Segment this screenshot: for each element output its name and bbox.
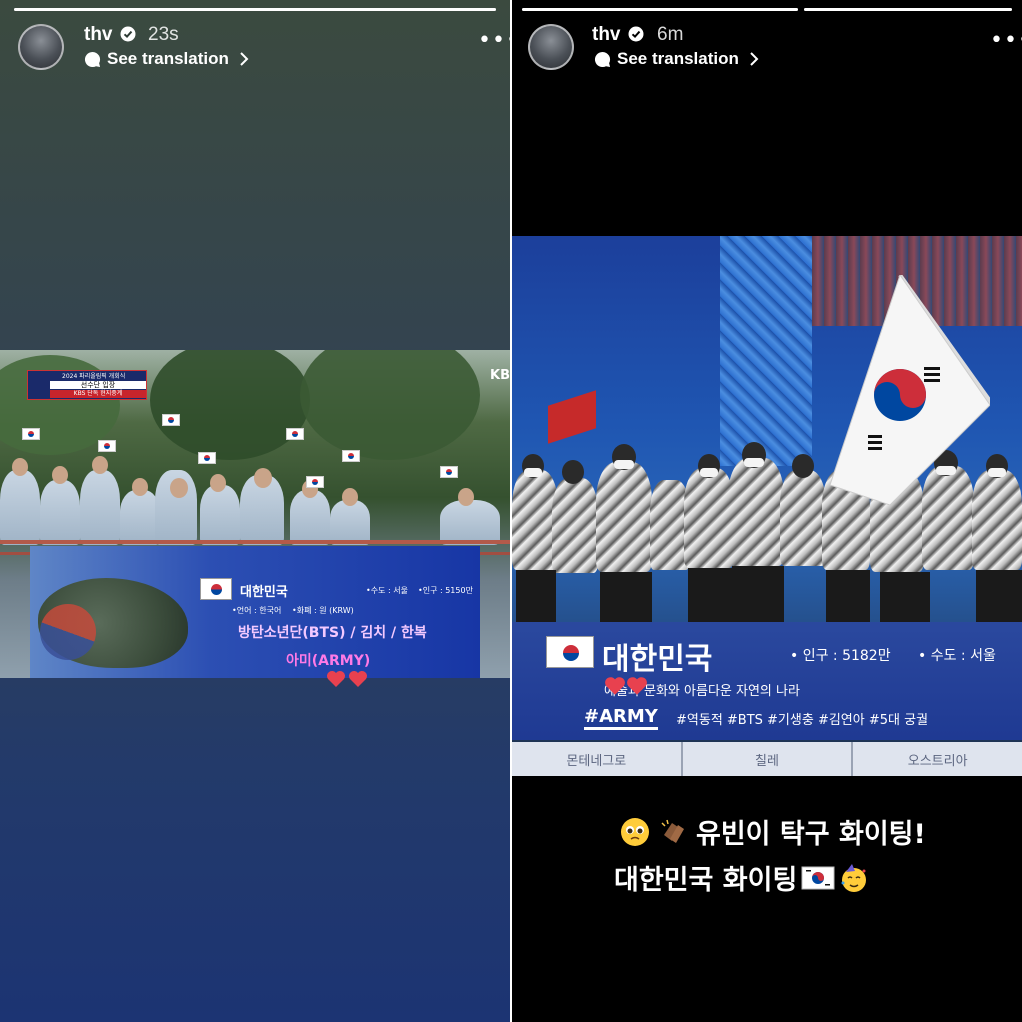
caption-text-line2: 대한민국 화이팅 <box>614 865 798 896</box>
army-tag: #ARMY <box>584 706 658 730</box>
next-countries-bar: 몬테네그로 칠레 오스트리아 <box>512 742 1022 776</box>
hearts-sticker <box>326 670 368 688</box>
currency-text: •화폐 : 원 (KRW) <box>292 606 354 615</box>
avatar[interactable] <box>18 24 64 70</box>
population-text: • 인구 : 5182만 <box>790 648 891 664</box>
caption-text-line1: 유빈이 탁구 화이팅! <box>696 819 926 850</box>
avatar[interactable] <box>528 24 574 70</box>
heart-icon <box>349 671 367 687</box>
capital-text: • 수도 : 서울 <box>918 648 996 664</box>
time-ago: 6m <box>657 24 684 45</box>
korea-flag-icon <box>546 636 594 668</box>
hearts-sticker <box>604 676 648 696</box>
banner-line3: KBS 단독 현지중계 <box>50 390 146 398</box>
korea-flag-emoji-icon <box>801 866 835 889</box>
party-face-icon <box>841 863 867 892</box>
more-options-icon[interactable]: ••• <box>990 30 1022 52</box>
banner-line2: 선수단 입장 <box>50 381 146 389</box>
keywords-line1: 방탄소년단(BTS) / 김치 / 한복 <box>238 625 427 641</box>
country-name: 대한민국 <box>602 642 713 677</box>
speech-bubble-icon <box>594 51 611 67</box>
korea-flag-icon <box>200 578 232 600</box>
username[interactable]: thv <box>84 24 113 46</box>
chevron-right-icon <box>750 52 759 66</box>
channel-logo: KB <box>490 368 510 383</box>
capital-text: •수도 : 서울 <box>366 586 408 595</box>
next-country-item: 오스트리아 <box>907 753 968 769</box>
see-translation-button[interactable]: See translation <box>594 49 759 69</box>
speech-bubble-icon <box>84 51 101 67</box>
broadcast-banner: 2024 파리올림픽 개회식 선수단 입장 KBS 단독 현지중계 <box>27 370 147 400</box>
heart-icon <box>627 677 647 695</box>
boat-railing <box>0 540 510 544</box>
clapping-hands-icon <box>661 819 684 843</box>
story-caption-line1: 유빈이 탁구 화이팅! <box>620 812 926 851</box>
verified-badge-icon <box>628 26 644 42</box>
korea-flag-large <box>830 275 990 506</box>
country-name: 대한민국 <box>240 585 288 600</box>
population-text: •인구 : 5150만 <box>418 586 473 595</box>
chevron-right-icon <box>240 52 249 66</box>
see-translation-label: See translation <box>107 49 229 68</box>
see-translation-label: See translation <box>617 49 739 68</box>
hashtags: #역동적 #BTS #기생충 #김연아 #5대 궁궐 <box>676 713 929 728</box>
language-text: •언어 : 한국어 <box>232 606 282 615</box>
pleading-face-icon <box>621 817 649 846</box>
story-caption-line2: 대한민국 화이팅 <box>614 858 869 897</box>
heart-icon <box>605 677 625 695</box>
story-progress-bar-1 <box>522 8 798 11</box>
banner-line1: 2024 파리올림픽 개회식 <box>62 373 126 380</box>
verified-badge-icon <box>120 26 136 42</box>
next-country-item: 몬테네그로 <box>512 742 683 776</box>
keywords-line2: 아미(ARMY) <box>286 653 371 669</box>
story-progress-bar <box>14 8 496 11</box>
time-ago: 23s <box>148 24 179 45</box>
heart-icon <box>327 671 345 687</box>
see-translation-button[interactable]: See translation <box>84 49 249 69</box>
next-country-item: 칠레 <box>683 742 854 776</box>
more-options-icon[interactable]: ••• <box>478 30 510 52</box>
story-progress-bar-2 <box>804 8 1012 11</box>
username[interactable]: thv <box>592 24 621 46</box>
